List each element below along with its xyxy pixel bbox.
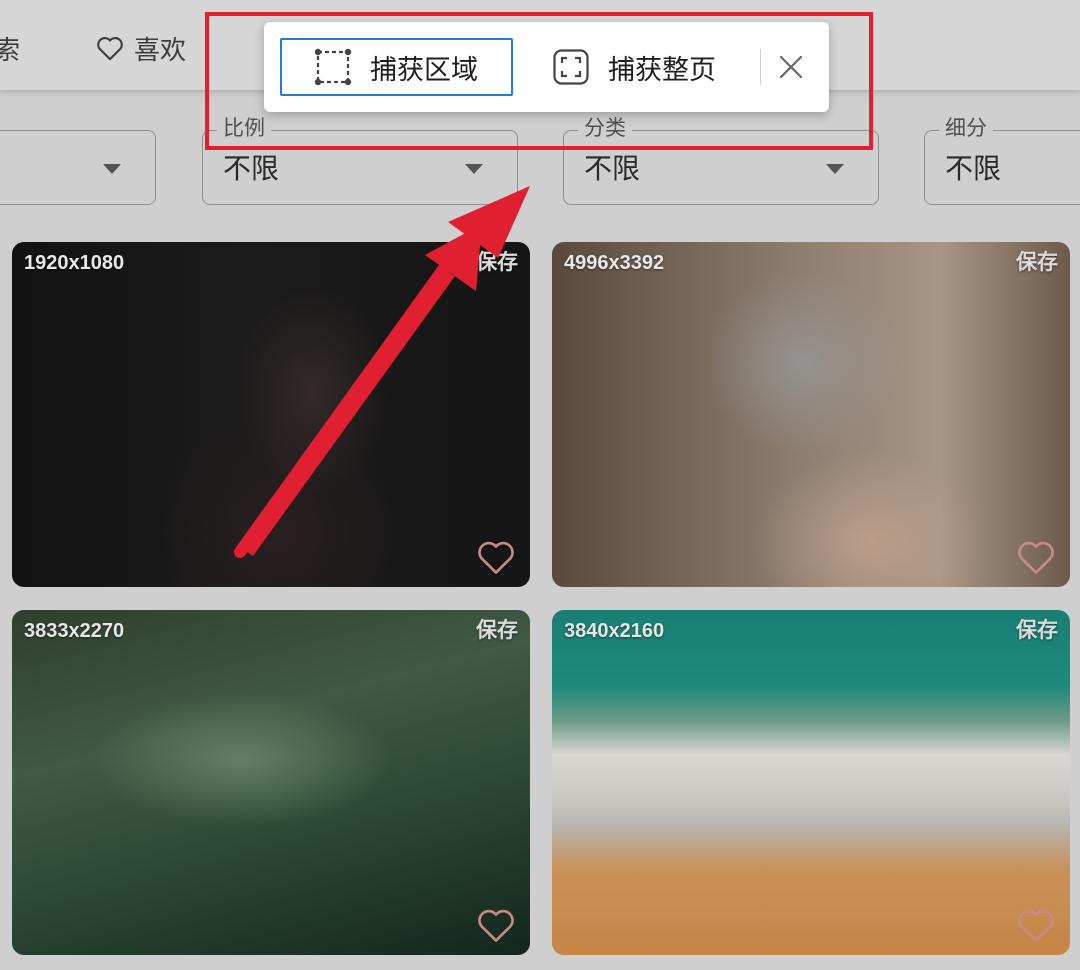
nav-favorites-label: 喜欢 [134,34,187,65]
dropdown-arrow-icon [826,164,844,174]
resolution-badge: 3840x2160 [564,620,665,642]
wallpaper-card[interactable]: 4996x3392 保存 [552,242,1070,587]
save-button[interactable]: 保存 [476,250,518,276]
dropdown-arrow-icon [103,164,121,174]
filter-select-subcategory[interactable]: 细分 不限 [924,115,1080,205]
filter-value: 不限 [584,153,641,184]
wallpaper-card[interactable]: 1920x1080 保存 [12,242,530,587]
filter-value: 不限 [945,153,1002,184]
nav-search-label: 索 [0,34,21,65]
nav-search[interactable]: 索 [0,28,20,68]
wallpaper-page: 索 喜欢 比例 不限 分类 不限 细分 不限 1920x1080 保存 4996… [0,0,1080,970]
dropdown-arrow-icon [465,164,483,174]
heart-icon[interactable] [476,907,516,943]
save-button[interactable]: 保存 [1016,250,1058,276]
heart-icon[interactable] [476,539,516,575]
resolution-badge: 4996x3392 [564,252,665,274]
save-button[interactable]: 保存 [476,618,518,644]
filter-select-1[interactable] [0,130,156,205]
resolution-badge: 3833x2270 [24,620,125,642]
filter-value: 不限 [223,153,280,184]
heart-icon[interactable] [1016,907,1056,943]
heart-icon [97,37,123,61]
highlight-box [205,12,873,150]
nav-favorites[interactable]: 喜欢 [96,28,186,68]
wallpaper-card[interactable]: 3833x2270 保存 [12,610,530,955]
filter-label: 细分 [939,115,993,143]
save-button[interactable]: 保存 [1016,618,1058,644]
resolution-badge: 1920x1080 [24,252,125,274]
wallpaper-card[interactable]: 3840x2160 保存 [552,610,1070,955]
heart-icon[interactable] [1016,539,1056,575]
